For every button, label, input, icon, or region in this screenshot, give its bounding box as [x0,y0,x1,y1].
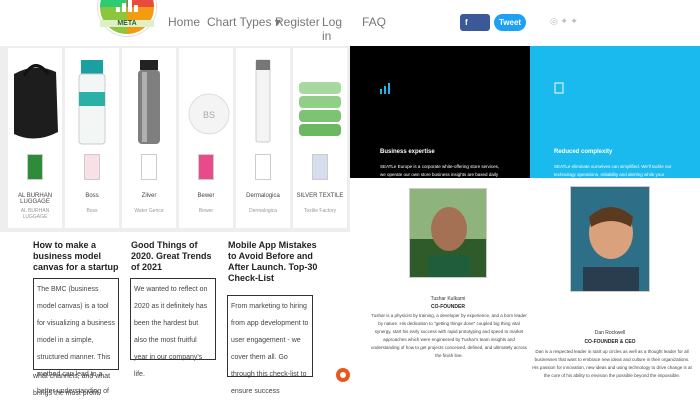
product-name: Zilver [141,193,157,199]
bottle-icon [78,60,106,145]
product-card[interactable]: Dermalogica Dermalogica [236,48,290,228]
product-sub: Textile Factory [303,208,337,214]
article-excerpt: From marketing to hiring from app develo… [227,295,313,395]
share-misc-icons[interactable]: ◎ ✦ ✦ [550,16,578,29]
article-title[interactable]: How to make a business model canvas for … [33,240,125,273]
cosmetic-icon [255,59,271,143]
product-name: Boss [85,193,99,199]
nav-register[interactable]: Register [275,15,320,29]
person-role: CO-FOUNDER & CEO [584,339,636,345]
fan-icon: BS [188,93,230,135]
person-bio: Dan is a respected leader in start up ci… [532,349,692,378]
person-photo-icon [571,187,649,291]
product-strip: AL BURHAN LUGGAGE AL BURHAN LUGGAGE Boss… [0,46,350,232]
feature-body: SEATLe eliminate ourselves can simplifie… [554,164,672,185]
product-sub: Water Gence [134,208,164,214]
feature-reduced-complexity: Reduced complexity SEATLe eliminate ours… [530,46,700,185]
logo-text: META [100,20,154,27]
brand-badge [198,154,214,180]
facebook-icon: f [465,18,468,27]
product-card[interactable]: Zilver Water Gence [122,48,176,228]
twitter-tweet-button[interactable]: Tweet [494,14,526,31]
avatar [570,186,650,292]
facebook-share-label: Share [465,35,488,44]
product-sub: Boss [86,208,98,214]
product-name: AL BURHAN LUGGAGE [17,193,53,205]
product-card[interactable]: SILVER TEXTILE Textile Factory [293,48,347,228]
article-excerpt-tail: what channels, and what brings the most … [33,373,111,397]
brand-badge [255,154,271,180]
product-card[interactable]: Boss Boss [65,48,119,228]
top-navbar: META Home Chart Types ▾ Register Log in [0,0,350,44]
towels-icon [299,82,341,136]
chat-float-button[interactable] [336,368,350,382]
product-sub: Bewer [198,208,214,214]
feature-title: Reduced complexity [554,149,613,155]
brand-badge [84,154,100,180]
brand-badge [141,154,157,180]
tumbler-icon [138,60,160,144]
feature-business-expertise: Business expertise SEATLe Europe is a co… [350,46,530,185]
feature-body: SEATLe Europe is a corporate white-offer… [380,164,500,185]
nav-login[interactable]: Log in [322,15,350,43]
person-bio: Tushar is a physicist by training, a dev… [370,313,528,358]
person-name: Dan Rockwell [594,330,626,336]
brand-badge [312,154,328,180]
black-bag-icon [14,64,58,139]
nav-chart-types[interactable]: Chart Types ▾ [207,15,281,29]
feature-title: Business expertise [380,149,435,155]
person-photo-icon [410,189,486,277]
person-name: Tushar Kulkarni [430,296,466,302]
svg-text:BS: BS [203,110,215,120]
product-sub: AL BURHAN LUGGAGE [20,208,50,220]
site-logo[interactable]: META [98,0,156,36]
bar-chart-icon [380,83,390,94]
article-title[interactable]: Good Things of 2020. Great Trends of 202… [131,240,221,273]
article-title[interactable]: Mobile App Mistakes to Avoid Before and … [228,240,320,284]
article-excerpt: We wanted to reflect on 2020 as it defin… [130,278,216,378]
nav-home[interactable]: Home [168,15,200,29]
product-sub: Dermalogica [248,208,278,214]
twitter-tweet-label: Tweet [499,18,522,27]
article-excerpt: The BMC (business model canvas) is a too… [33,278,119,395]
document-icon [554,82,564,94]
brand-badge [27,154,43,180]
product-name: SILVER TEXTILE [296,193,344,199]
nav-faq[interactable]: FAQ [362,15,386,29]
logo-chart-icon [115,0,141,12]
avatar [409,188,487,278]
person-role: CO-FOUNDER [431,304,465,310]
product-name: Dermalogica [246,193,280,199]
product-card[interactable]: AL BURHAN LUGGAGE AL BURHAN LUGGAGE [8,48,62,228]
facebook-share-button[interactable]: f Share [460,14,490,44]
product-card[interactable]: BS Bewer Bewer [179,48,233,228]
product-name: Bewer [197,193,215,199]
